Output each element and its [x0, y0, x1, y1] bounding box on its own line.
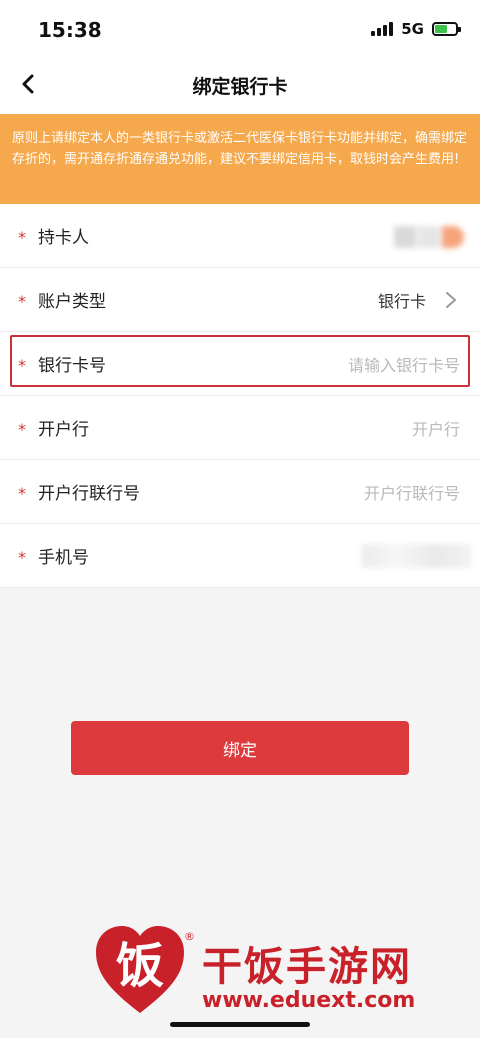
- required-mark: *: [18, 548, 26, 567]
- bank-label: 开户行: [38, 420, 89, 440]
- form-row-bank[interactable]: * 开户行 开户行: [0, 396, 480, 460]
- network-label: 5G: [401, 20, 424, 38]
- form-row-card-number[interactable]: * 银行卡号 请输入银行卡号: [0, 332, 480, 396]
- status-bar: 15:38 5G: [0, 0, 480, 56]
- status-time: 15:38: [38, 18, 102, 42]
- account-type-value[interactable]: 银行卡: [378, 288, 426, 312]
- phone-label: 手机号: [38, 548, 89, 568]
- form-row-bank-code[interactable]: * 开户行联行号 开户行联行号: [0, 460, 480, 524]
- account-type-label: 账户类型: [38, 292, 106, 312]
- card-number-label: 银行卡号: [38, 356, 106, 376]
- required-mark: *: [18, 228, 26, 247]
- watermark-url: www.eduext.com: [202, 988, 416, 1013]
- home-indicator: [170, 1022, 310, 1027]
- bind-button[interactable]: 绑定: [71, 721, 409, 775]
- nav-bar: 绑定银行卡: [0, 56, 480, 114]
- page-title: 绑定银行卡: [192, 76, 288, 98]
- cardholder-value-redacted: [350, 226, 470, 248]
- svg-text:饭: 饭: [116, 938, 164, 994]
- card-number-input[interactable]: 请输入银行卡号: [348, 352, 460, 376]
- bank-input[interactable]: 开户行: [412, 416, 460, 440]
- phone-value-redacted: [362, 544, 472, 568]
- notice-banner: 原则上请绑定本人的一类银行卡或激活二代医保卡银行卡功能并绑定，确需绑定存折的，需…: [0, 114, 480, 204]
- required-mark: *: [18, 484, 26, 503]
- required-mark: *: [18, 356, 26, 375]
- chevron-right-icon[interactable]: [444, 290, 458, 310]
- form-row-cardholder: * 持卡人: [0, 204, 480, 268]
- bank-code-label: 开户行联行号: [38, 484, 140, 504]
- bank-code-input[interactable]: 开户行联行号: [364, 480, 460, 504]
- watermark-registered: ®: [184, 930, 195, 943]
- required-mark: *: [18, 420, 26, 439]
- bind-card-form: * 持卡人 * 账户类型 银行卡 * 银行卡号 请输入银行卡号 * 开户行 开户…: [0, 204, 480, 588]
- watermark-logo-icon: 饭: [96, 926, 184, 1013]
- battery-icon: [432, 22, 461, 36]
- form-row-account-type[interactable]: * 账户类型 银行卡: [0, 268, 480, 332]
- signal-icon: [371, 22, 394, 36]
- form-row-phone: * 手机号: [0, 524, 480, 588]
- required-mark: *: [18, 292, 26, 311]
- watermark-name: 干饭手游网: [202, 944, 412, 990]
- cardholder-label: 持卡人: [38, 228, 89, 248]
- watermark: 饭 ® 干饭手游网 www.eduext.com: [90, 900, 470, 1030]
- status-indicators: 5G: [371, 20, 461, 38]
